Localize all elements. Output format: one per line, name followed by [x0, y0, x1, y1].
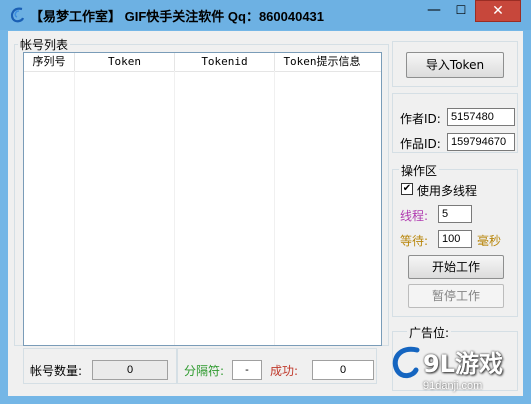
account-count-label: 帐号数量:: [30, 364, 83, 378]
app-window: 【易梦工作室】 GIF快手关注软件 Qq：860040431 — ☐ ✕ 帐号列…: [0, 0, 531, 404]
threads-field[interactable]: 5: [438, 205, 472, 223]
author-id-label: 作者ID:: [400, 112, 441, 126]
close-button[interactable]: ✕: [475, 0, 521, 22]
start-work-button[interactable]: 开始工作: [408, 255, 504, 279]
separator-label: 分隔符:: [184, 364, 225, 378]
work-id-field[interactable]: 159794670: [447, 133, 515, 151]
window-title: 【易梦工作室】 GIF快手关注软件 Qq：860040431: [30, 9, 325, 24]
maximize-button[interactable]: ☐: [448, 0, 474, 22]
work-id-label: 作品ID:: [400, 137, 441, 151]
operations-legend: 操作区: [399, 162, 440, 179]
wait-label: 等待:: [400, 234, 429, 248]
column-gridline: [174, 71, 175, 345]
column-header-serial[interactable]: 序列号: [24, 53, 75, 71]
column-header-token[interactable]: Token: [75, 53, 175, 71]
author-id-field[interactable]: 5157480: [447, 108, 515, 126]
account-list-legend: 帐号列表: [18, 36, 71, 53]
success-label: 成功:: [270, 364, 299, 378]
watermark-logo-text: 9L游戏: [423, 350, 503, 378]
account-count-value: 0: [92, 360, 168, 380]
wait-field[interactable]: 100: [438, 230, 472, 248]
import-token-button[interactable]: 导入Token: [406, 52, 504, 78]
column-header-token-info[interactable]: Token提示信息: [275, 53, 369, 71]
account-list-header: 序列号 Token Tokenid Token提示信息: [24, 53, 381, 72]
minimize-button[interactable]: —: [420, 0, 448, 22]
account-list-view[interactable]: 序列号 Token Tokenid Token提示信息: [23, 52, 382, 346]
app-logo-icon: [10, 7, 25, 23]
ad-legend: 广告位:: [407, 324, 452, 341]
watermark-logo-icon: [392, 346, 420, 379]
title-bar[interactable]: 【易梦工作室】 GIF快手关注软件 Qq：860040431 — ☐ ✕: [0, 0, 531, 30]
watermark: 9L游戏 91danji.com: [389, 340, 529, 402]
column-header-tokenid[interactable]: Tokenid: [175, 53, 275, 71]
watermark-url: 91danji.com: [423, 380, 483, 392]
threads-label: 线程:: [400, 209, 429, 223]
multithread-label[interactable]: 使用多线程: [417, 182, 477, 199]
separator-field[interactable]: -: [232, 360, 262, 380]
multithread-checkbox[interactable]: ✔: [401, 183, 413, 195]
column-gridline: [274, 71, 275, 345]
wait-unit-label: 毫秒: [477, 234, 502, 248]
success-count-value: 0: [312, 360, 374, 380]
column-gridline: [74, 71, 75, 345]
pause-work-button[interactable]: 暂停工作: [408, 284, 504, 308]
